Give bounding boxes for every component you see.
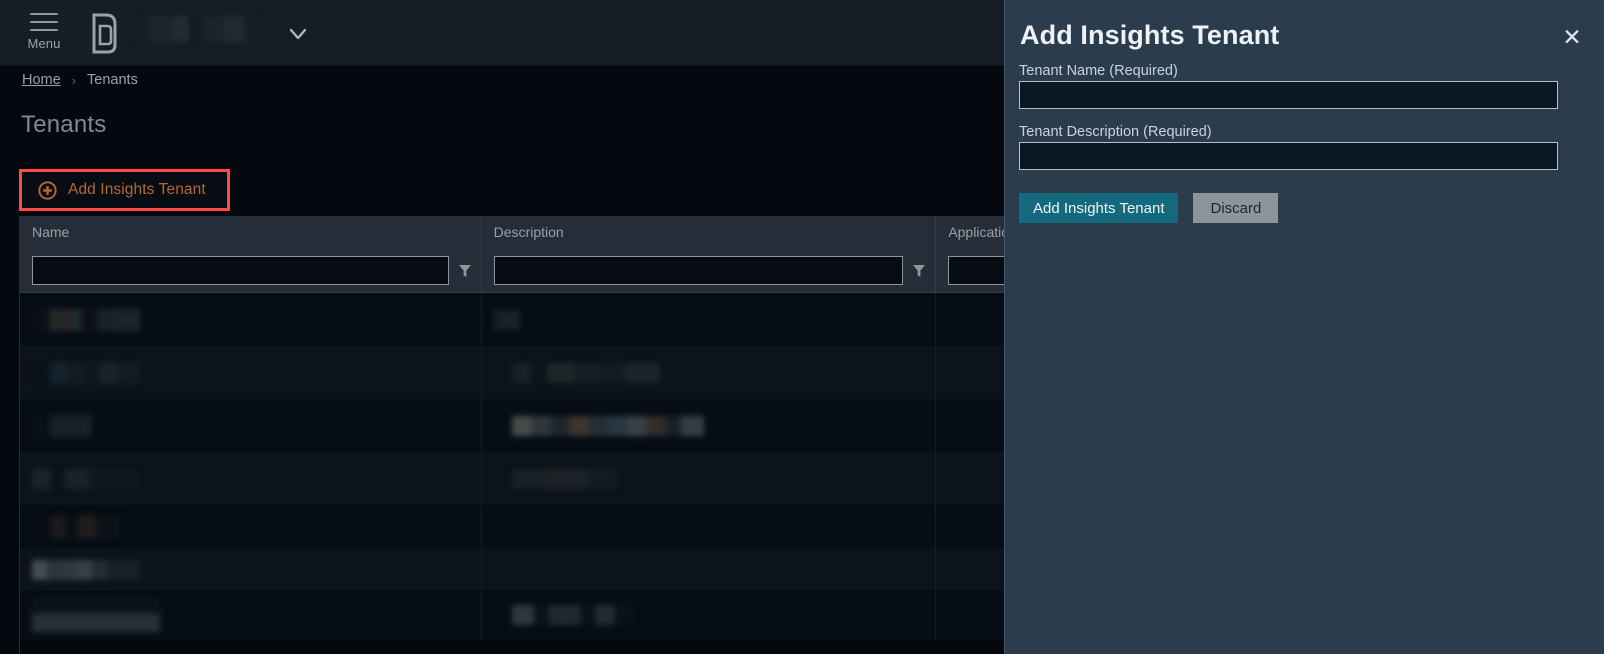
submit-add-insights-tenant-button[interactable]: Add Insights Tenant	[1019, 193, 1179, 223]
cell-description	[482, 293, 937, 346]
cell-description	[482, 590, 937, 640]
app-root: Menu Home › Tenants Tenants Add Insights…	[0, 0, 1604, 654]
menu-button-label: Menu	[27, 36, 61, 51]
brand-b-logo-icon	[92, 13, 117, 54]
plus-circle-icon	[38, 180, 57, 200]
filter-cell-description	[482, 248, 937, 293]
funnel-filter-icon[interactable]	[458, 263, 472, 279]
add-insights-tenant-button[interactable]: Add Insights Tenant	[19, 169, 230, 211]
hamburger-icon	[30, 13, 58, 31]
cell-name	[20, 452, 482, 505]
breadcrumb-item-home[interactable]: Home	[22, 72, 61, 88]
tenant-name-label: Tenant Name (Required)	[1019, 63, 1178, 79]
redacted-value	[511, 415, 704, 436]
column-header-name[interactable]: Name	[20, 216, 482, 248]
cell-name	[20, 505, 482, 549]
breadcrumb-item-tenants: Tenants	[87, 72, 138, 88]
add-insights-tenant-button-label: Add Insights Tenant	[68, 181, 206, 198]
cell-name	[20, 549, 482, 590]
filter-cell-name	[20, 248, 482, 293]
cell-name	[20, 590, 482, 640]
redacted-value	[32, 559, 140, 580]
cell-description	[482, 549, 937, 590]
redacted-value	[32, 361, 140, 384]
redacted-value	[32, 308, 140, 331]
tenant-description-label: Tenant Description (Required)	[1019, 124, 1212, 140]
funnel-filter-icon[interactable]	[912, 263, 926, 279]
redacted-value	[511, 605, 634, 625]
discard-button[interactable]: Discard	[1193, 193, 1279, 223]
column-header-description[interactable]: Description	[482, 216, 937, 248]
close-x-icon[interactable]: ✕	[1559, 24, 1585, 50]
cell-description	[482, 452, 937, 505]
chevron-down-icon[interactable]	[286, 22, 310, 46]
cell-description	[482, 399, 937, 452]
redacted-value	[50, 516, 120, 538]
breadcrumb-separator-icon: ›	[71, 72, 77, 88]
panel-actions: Add Insights Tenant Discard	[1019, 193, 1279, 223]
cell-name	[20, 399, 482, 452]
page-title: Tenants	[21, 111, 107, 138]
redacted-value	[32, 468, 138, 489]
filter-input-name[interactable]	[32, 256, 449, 285]
cell-description	[482, 505, 937, 549]
cell-name	[20, 293, 482, 346]
redacted-value	[32, 414, 92, 437]
redacted-value	[511, 468, 618, 489]
cell-name	[20, 346, 482, 399]
add-insights-tenant-panel: Add Insights Tenant ✕ Tenant Name (Requi…	[1004, 0, 1604, 654]
panel-title: Add Insights Tenant	[1020, 20, 1280, 50]
menu-button[interactable]: Menu	[22, 8, 66, 58]
redacted-value	[32, 598, 160, 632]
tenant-description-input[interactable]	[1019, 142, 1558, 170]
redacted-value	[511, 362, 660, 383]
breadcrumb: Home › Tenants	[22, 72, 138, 88]
cell-description	[482, 346, 937, 399]
tenant-name-input[interactable]	[1019, 81, 1558, 109]
filter-input-description[interactable]	[493, 256, 904, 285]
app-name-redacted	[136, 16, 262, 42]
redacted-value	[493, 309, 520, 330]
